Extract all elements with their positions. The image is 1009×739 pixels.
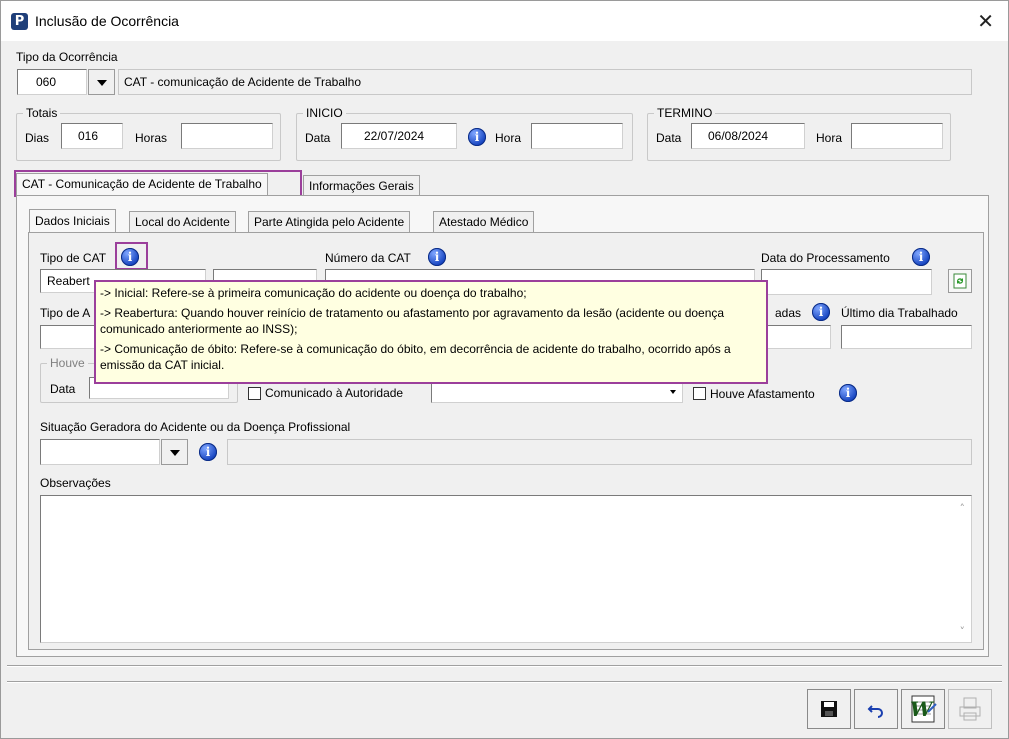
divider (7, 681, 1002, 683)
inicio-group-title: INICIO (303, 106, 346, 120)
ultimo-dia-input[interactable] (841, 325, 972, 349)
horas-input[interactable] (181, 123, 273, 149)
houve-afastamento-info-icon[interactable]: i (839, 384, 857, 402)
dias-input[interactable]: 016 (61, 123, 123, 149)
houve-group-title: Houve (47, 356, 88, 370)
tipo-ocorrencia-description: CAT - comunicação de Acidente de Trabalh… (118, 69, 972, 95)
divider (7, 665, 1002, 667)
tipo-cat-tooltip: -> Inicial: Refere-se à primeira comunic… (94, 280, 768, 384)
termino-data-label: Data (656, 131, 682, 145)
dialog-window: P Inclusão de Ocorrência ✕ Tipo da Ocorr… (0, 0, 1009, 739)
word-document-icon: W (910, 695, 937, 723)
chevron-down-icon (169, 449, 180, 456)
inicio-data-label: Data (305, 131, 331, 145)
inicio-info-icon[interactable]: i (468, 128, 486, 146)
inicio-data-input[interactable]: 22/07/2024 (341, 123, 457, 149)
tab-dados-iniciais[interactable]: Dados Iniciais (29, 209, 116, 233)
termino-group-title: TERMINO (654, 106, 716, 120)
observacoes-label: Observações (40, 476, 111, 490)
tab-atestado-medico[interactable]: Atestado Médico (433, 211, 535, 233)
autoridade-select[interactable] (431, 383, 683, 403)
houve-afastamento-checkbox[interactable] (693, 387, 706, 400)
tipo-ocorrencia-code-input[interactable]: 060 (17, 69, 87, 95)
undo-button[interactable] (854, 689, 898, 729)
tipo-acidente-input[interactable] (40, 325, 96, 349)
horas-trabalhadas-info-icon[interactable]: i (812, 303, 830, 321)
situacao-geradora-code-input[interactable] (40, 439, 160, 465)
undo-icon (867, 705, 883, 718)
numero-cat-label: Número da CAT (325, 251, 411, 265)
tipo-acidente-label-partial: Tipo de A (40, 306, 91, 320)
tab-local-acidente[interactable]: Local do Acidente (129, 211, 236, 233)
save-button[interactable] (807, 689, 851, 729)
tooltip-line-inicial: -> Inicial: Refere-se à primeira comunic… (100, 286, 527, 300)
comunicado-autoridade-label: Comunicado à Autoridade (265, 386, 404, 400)
printer-icon (959, 697, 981, 721)
tipo-cat-label: Tipo de CAT (40, 251, 107, 265)
word-export-button[interactable]: W (901, 689, 945, 729)
horas-trabalhadas-input[interactable] (767, 325, 831, 349)
termino-hora-input[interactable] (851, 123, 943, 149)
refresh-icon (953, 273, 967, 289)
chevron-down-icon (670, 389, 676, 394)
dias-label: Dias (25, 131, 50, 145)
inicio-hora-label: Hora (495, 131, 522, 145)
horas-trabalhadas-label-partial: adas (775, 306, 802, 320)
totais-group-title: Totais (23, 106, 61, 120)
situacao-geradora-info-icon[interactable]: i (199, 443, 217, 461)
tab-parte-atingida[interactable]: Parte Atingida pelo Acidente (248, 211, 411, 233)
tab-cat-highlight (14, 170, 302, 197)
floppy-disk-icon (821, 701, 837, 717)
inicio-hora-input[interactable] (531, 123, 623, 149)
app-logo-icon: P (11, 13, 28, 30)
tooltip-line-obito: -> Comunicação de óbito: Refere-se à com… (100, 342, 731, 372)
scroll-down-icon[interactable]: ˅ (960, 625, 966, 638)
termino-data-input[interactable]: 06/08/2024 (691, 123, 805, 149)
print-button[interactable] (948, 689, 992, 729)
houve-afastamento-label: Houve Afastamento (710, 387, 815, 401)
window-title: Inclusão de Ocorrência (35, 13, 179, 29)
situacao-geradora-description (227, 439, 972, 465)
data-processamento-input[interactable] (761, 269, 932, 295)
situacao-geradora-label: Situação Geradora do Acidente ou da Doen… (40, 420, 351, 434)
tipo-ocorrencia-dropdown-button[interactable] (88, 69, 115, 95)
title-bar: P Inclusão de Ocorrência ✕ (1, 1, 1008, 41)
houve-data-label: Data (50, 382, 76, 396)
chevron-down-icon (96, 79, 107, 86)
refresh-button[interactable] (948, 269, 972, 293)
termino-hora-label: Hora (816, 131, 843, 145)
tipo-ocorrencia-label: Tipo da Ocorrência (16, 50, 118, 64)
observacoes-textarea[interactable]: ˄ ˅ (40, 495, 972, 643)
situacao-geradora-dropdown-button[interactable] (161, 439, 188, 465)
autoridade-dropdown-button[interactable] (665, 385, 681, 401)
data-processamento-label: Data do Processamento (761, 251, 890, 265)
comunicado-autoridade-checkbox[interactable] (248, 387, 261, 400)
tab-informacoes-gerais[interactable]: Informações Gerais (303, 175, 420, 195)
horas-label: Horas (135, 131, 168, 145)
tooltip-line-reabertura: -> Reabertura: Quando houver reinício de… (100, 306, 725, 336)
tipo-cat-info-highlight (115, 242, 148, 270)
data-processamento-info-icon[interactable]: i (912, 248, 930, 266)
numero-cat-info-icon[interactable]: i (428, 248, 446, 266)
ultimo-dia-label: Último dia Trabalhado (841, 306, 958, 320)
scroll-up-icon[interactable]: ˄ (960, 502, 966, 515)
close-icon[interactable]: ✕ (977, 9, 994, 33)
